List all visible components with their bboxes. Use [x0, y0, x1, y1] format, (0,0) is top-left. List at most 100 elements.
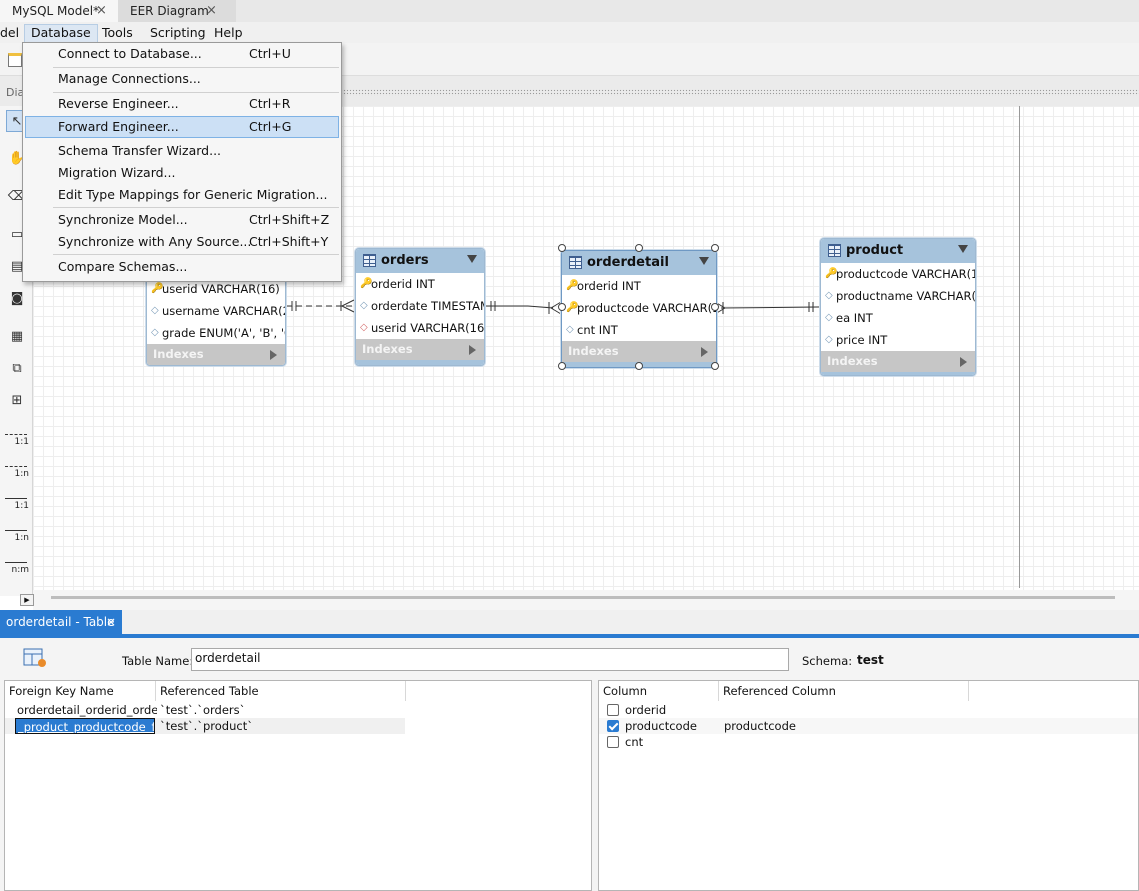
- expand-arrow-icon[interactable]: [960, 357, 967, 367]
- column-header[interactable]: Referenced Table: [156, 681, 406, 701]
- column-row[interactable]: ◇ userid VARCHAR(16): [356, 317, 484, 339]
- table-name-input[interactable]: orderdetail: [191, 648, 789, 671]
- menu-compare-schemas[interactable]: Compare Schemas...: [25, 256, 339, 278]
- tab-orderdetail-table[interactable]: orderdetail - Table ×: [0, 610, 122, 634]
- resize-handle[interactable]: [635, 362, 643, 370]
- column-row[interactable]: ◇ ea INT: [821, 307, 975, 329]
- column-header[interactable]: Foreign Key Name: [5, 681, 156, 701]
- close-icon[interactable]: ×: [106, 610, 116, 634]
- column-checkbox[interactable]: [607, 736, 619, 748]
- menu-schema-transfer-wizard[interactable]: Schema Transfer Wizard...: [25, 140, 339, 162]
- menu-help[interactable]: Help: [208, 24, 249, 42]
- expand-arrow-icon[interactable]: [469, 345, 476, 355]
- collapse-arrow-icon[interactable]: [699, 257, 709, 265]
- table-row[interactable]: productcode productcode: [599, 718, 1138, 734]
- ref-column-cell[interactable]: [724, 702, 924, 718]
- schema-value: test: [857, 653, 884, 667]
- table-tool-icon[interactable]: ▦: [6, 326, 28, 348]
- resize-handle[interactable]: [635, 244, 643, 252]
- relation-1-1-identifying[interactable]: 1:1: [5, 498, 29, 511]
- indexes-section[interactable]: Indexes: [356, 339, 484, 360]
- column-row[interactable]: ◇ grade ENUM('A', 'B', 'C'): [147, 322, 285, 344]
- column-header[interactable]: Column: [599, 681, 719, 701]
- table-row[interactable]: cnt: [599, 734, 1138, 750]
- column-row[interactable]: 🔑 orderid INT: [562, 275, 716, 297]
- menu-synchronize-any-source[interactable]: Synchronize with Any Source... Ctrl+Shift…: [25, 231, 339, 253]
- menubar: del Database Tools Scripting Help: [0, 22, 1139, 43]
- relation-1-n-nonidentifying[interactable]: 1:n: [5, 466, 29, 479]
- expand-arrow-icon[interactable]: [701, 347, 708, 357]
- resize-handle[interactable]: [711, 362, 719, 370]
- view-tool-icon[interactable]: ⧉: [6, 358, 28, 380]
- collapse-arrow-icon[interactable]: [958, 245, 968, 253]
- fk-name-editing-cell[interactable]: _product_productcode_fk: [15, 718, 155, 734]
- menu-model[interactable]: del: [0, 24, 25, 42]
- column-row[interactable]: 🔑 productcode VARCHAR(12): [562, 297, 716, 319]
- relation-1-1-nonidentifying[interactable]: 1:1: [5, 434, 29, 447]
- new-document-icon[interactable]: [8, 53, 22, 67]
- close-icon[interactable]: ×: [96, 0, 107, 22]
- resize-handle[interactable]: [558, 362, 566, 370]
- entity-orderdetail[interactable]: orderdetail 🔑 orderid INT 🔑 productcode VA…: [561, 250, 717, 368]
- column-row[interactable]: 🔑 orderid INT: [356, 273, 484, 295]
- indexes-section[interactable]: Indexes: [562, 341, 716, 362]
- resize-handle[interactable]: [558, 244, 566, 252]
- ref-column-cell[interactable]: [724, 734, 924, 750]
- foreign-key-grid[interactable]: Foreign Key Name Referenced Table orderd…: [4, 680, 592, 891]
- menu-synchronize-model[interactable]: Synchronize Model... Ctrl+Shift+Z: [25, 209, 339, 231]
- resize-handle[interactable]: [711, 303, 719, 311]
- column-row[interactable]: ◇ price INT: [821, 329, 975, 351]
- table-row[interactable]: _product_productcode_fk `test`.`product`: [5, 718, 405, 734]
- expand-arrow-icon[interactable]: [270, 350, 277, 360]
- menu-database[interactable]: Database: [24, 24, 98, 43]
- collapse-arrow-icon[interactable]: [467, 255, 477, 263]
- indexes-section[interactable]: Indexes: [821, 351, 975, 372]
- tab-mysql-model[interactable]: MySQL Model* ×: [0, 0, 118, 22]
- menu-manage-connections[interactable]: Manage Connections...: [25, 68, 339, 90]
- menu-edit-type-mappings[interactable]: Edit Type Mappings for Generic Migration…: [25, 184, 339, 206]
- column-header[interactable]: Referenced Column: [719, 681, 969, 701]
- column-row[interactable]: ◇username VARCHAR(20): [147, 300, 285, 322]
- ref-table-cell[interactable]: `test`.`product`: [160, 718, 400, 734]
- column-name-cell: productcode: [625, 719, 697, 733]
- column-checkbox[interactable]: [607, 704, 619, 716]
- entity-header[interactable]: orderdetail: [562, 251, 716, 275]
- fk-name-cell[interactable]: orderdetail_orderid_orde...: [17, 702, 157, 718]
- table-row[interactable]: orderid: [599, 702, 1138, 718]
- column-row[interactable]: 🔑 productcode VARCHAR(12): [821, 263, 975, 285]
- relation-n-m[interactable]: n:m: [5, 562, 29, 575]
- column-row[interactable]: ◇ orderdate TIMESTAMP: [356, 295, 484, 317]
- column-row[interactable]: ◇ cnt INT: [562, 319, 716, 341]
- menu-connect-to-database[interactable]: Connect to Database... Ctrl+U: [25, 43, 339, 65]
- navigator-toggle-icon[interactable]: ▶: [20, 594, 34, 606]
- column-row[interactable]: ◇productname VARCHAR(40): [821, 285, 975, 307]
- menu-tools[interactable]: Tools: [96, 24, 139, 42]
- entity-header[interactable]: orders: [356, 249, 484, 273]
- tab-label: EER Diagram: [130, 4, 209, 18]
- entity-product[interactable]: product 🔑 productcode VARCHAR(12) ◇ produc…: [820, 238, 976, 376]
- routine-tool-icon[interactable]: ⊞: [6, 390, 28, 412]
- scroll-thumb[interactable]: [51, 596, 1115, 599]
- image-tool-icon[interactable]: ◙: [6, 288, 28, 310]
- menu-scripting[interactable]: Scripting: [144, 24, 212, 42]
- table-row[interactable]: orderdetail_orderid_orde... `test`.`orde…: [5, 702, 591, 718]
- entity-orders[interactable]: orders 🔑 orderid INT ◇ orderdate TIMESTAMP…: [355, 248, 485, 366]
- ref-table-cell[interactable]: `test`.`orders`: [160, 702, 400, 718]
- indexes-section[interactable]: Indexes: [147, 344, 285, 365]
- fk-columns-grid[interactable]: Column Referenced Column orderid product…: [598, 680, 1139, 891]
- database-menu: Connect to Database... Ctrl+U Manage Conn…: [22, 42, 342, 282]
- menu-reverse-engineer[interactable]: Reverse Engineer... Ctrl+R: [25, 93, 339, 115]
- canvas-scrollbar[interactable]: [33, 590, 1139, 610]
- menu-migration-wizard[interactable]: Migration Wizard...: [25, 162, 339, 184]
- menu-separator: [53, 254, 339, 255]
- resize-handle[interactable]: [711, 244, 719, 252]
- relation-1-n-identifying[interactable]: 1:n: [5, 530, 29, 543]
- foreign-primary-key-icon: 🔑: [566, 280, 579, 291]
- close-icon[interactable]: ×: [206, 0, 217, 22]
- tab-eer-diagram[interactable]: EER Diagram ×: [118, 0, 236, 22]
- entity-header[interactable]: product: [821, 239, 975, 263]
- resize-handle[interactable]: [558, 303, 566, 311]
- ref-column-cell[interactable]: productcode: [724, 718, 924, 734]
- menu-forward-engineer[interactable]: Forward Engineer... Ctrl+G: [25, 116, 339, 138]
- column-checkbox[interactable]: [607, 720, 619, 732]
